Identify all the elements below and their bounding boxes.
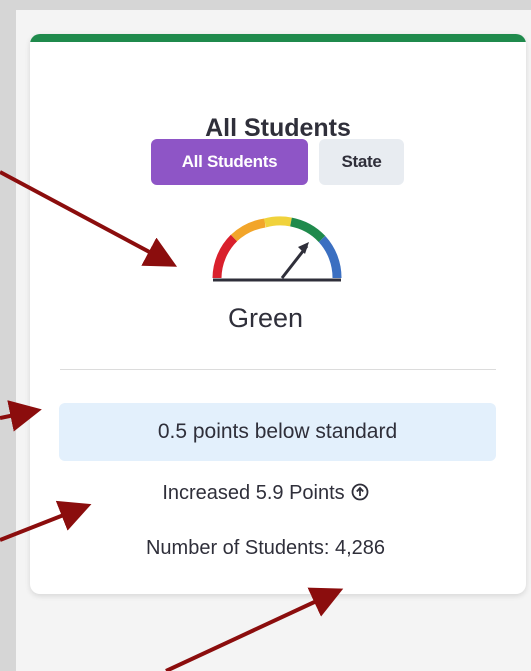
annotation-arrow-standard	[0, 400, 42, 432]
annotation-arrows	[0, 170, 344, 671]
annotation-arrow-student-count	[165, 587, 344, 671]
annotation-arrow-change	[0, 500, 92, 542]
annotation-arrow-gauge	[0, 170, 178, 267]
